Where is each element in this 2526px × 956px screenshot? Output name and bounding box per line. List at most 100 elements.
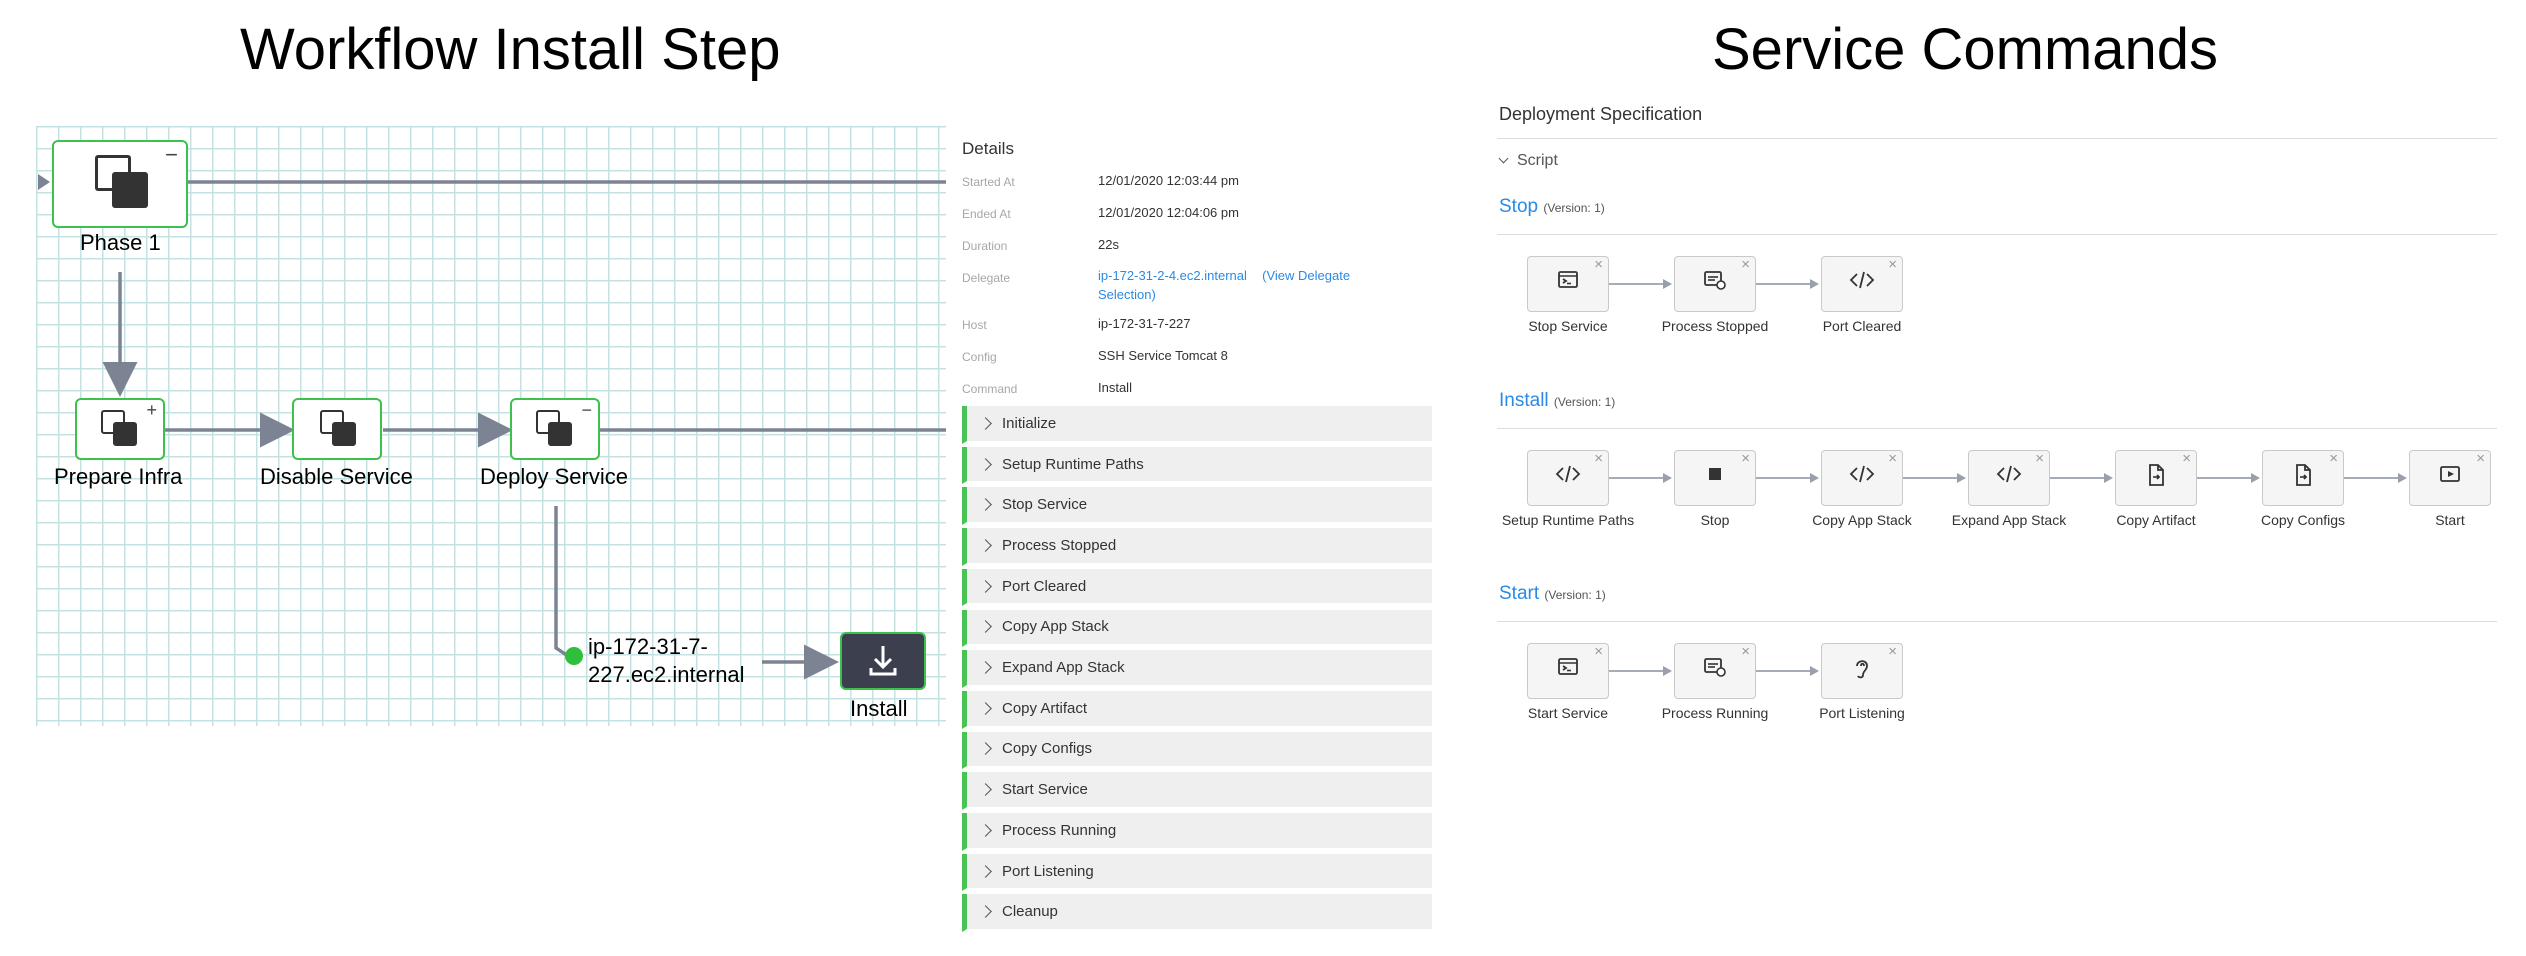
command-label: Expand App Stack bbox=[1951, 512, 2067, 528]
step-row[interactable]: Process Running bbox=[962, 813, 1432, 851]
chevron-right-icon bbox=[979, 579, 992, 593]
close-icon[interactable]: × bbox=[1888, 451, 1897, 466]
chevron-right-icon bbox=[979, 905, 992, 919]
section-title-stop[interactable]: Stop (Version: 1) bbox=[1499, 196, 1605, 218]
command-label: Stop bbox=[1700, 512, 1730, 528]
close-icon[interactable]: × bbox=[1741, 644, 1750, 659]
chevron-right-icon bbox=[979, 539, 992, 552]
step-row[interactable]: Port Cleared bbox=[962, 568, 1432, 607]
command-box[interactable]: × bbox=[2115, 450, 2197, 506]
command-box[interactable]: × bbox=[1821, 256, 1903, 312]
close-icon[interactable]: × bbox=[1888, 257, 1897, 272]
close-icon[interactable]: × bbox=[1741, 257, 1750, 272]
phase-1-label: Phase 1 bbox=[80, 230, 161, 255]
close-icon[interactable]: × bbox=[2329, 451, 2338, 466]
step-label: Port Cleared bbox=[1002, 577, 1087, 595]
step-row[interactable]: Setup Runtime Paths bbox=[962, 446, 1432, 485]
command-box[interactable]: × bbox=[1821, 450, 1903, 506]
command-label: Copy App Stack bbox=[1812, 512, 1912, 528]
deployment-specification-header: Deployment Specification bbox=[1499, 104, 1703, 124]
command-box[interactable]: × bbox=[1527, 643, 1609, 699]
connector-arrowhead bbox=[1810, 279, 1819, 289]
section-name: Start bbox=[1499, 583, 1540, 604]
step-row[interactable]: Copy App Stack bbox=[962, 609, 1432, 648]
command-box[interactable]: × bbox=[1674, 256, 1756, 312]
command-box[interactable]: × bbox=[1527, 256, 1609, 312]
step-row[interactable]: Process Stopped bbox=[962, 528, 1432, 566]
disable-service-node[interactable] bbox=[292, 398, 382, 460]
step-label: Stop Service bbox=[1002, 496, 1088, 514]
command-label: Copy Configs bbox=[2260, 512, 2346, 528]
view-delegate-selection-link-cont[interactable]: Selection) bbox=[1098, 287, 1156, 302]
chevron-right-icon bbox=[979, 742, 992, 756]
chevron-right-icon bbox=[979, 457, 992, 471]
started-at-label: Started At bbox=[962, 175, 1015, 189]
details-title: Details bbox=[962, 139, 1014, 158]
command-box[interactable]: × bbox=[1527, 450, 1609, 506]
section-title-install[interactable]: Install (Version: 1) bbox=[1499, 390, 1615, 412]
step-label: Expand App Stack bbox=[1002, 659, 1125, 677]
ended-at-value: 12/01/2020 12:04:06 pm bbox=[1098, 205, 1239, 220]
chevron-right-icon bbox=[979, 416, 992, 430]
phase-1-node[interactable]: − bbox=[52, 140, 188, 228]
connector-arrowhead bbox=[2251, 473, 2260, 483]
section-divider bbox=[1497, 428, 2497, 429]
deploy-service-node[interactable]: − bbox=[510, 398, 600, 460]
prepare-infra-node[interactable]: + bbox=[75, 398, 165, 460]
connector-arrowhead bbox=[1957, 473, 1966, 483]
install-node[interactable] bbox=[840, 632, 926, 690]
connector-arrowhead bbox=[1663, 279, 1672, 289]
host-status-dot bbox=[565, 647, 583, 665]
collapse-icon[interactable]: − bbox=[581, 401, 592, 419]
command-label: Port Cleared bbox=[1822, 318, 1902, 334]
expand-icon[interactable]: + bbox=[146, 401, 157, 419]
step-row[interactable]: Copy Artifact bbox=[962, 690, 1432, 729]
command-box[interactable]: × bbox=[2409, 450, 2491, 506]
section-title-start[interactable]: Start (Version: 1) bbox=[1499, 583, 1606, 605]
close-icon[interactable]: × bbox=[1888, 644, 1897, 659]
command-box[interactable]: × bbox=[1674, 643, 1756, 699]
command-label: Copy Artifact bbox=[2116, 512, 2196, 528]
script-label: Script bbox=[1517, 152, 1558, 169]
step-row[interactable]: Port Listening bbox=[962, 853, 1432, 892]
close-icon[interactable]: × bbox=[2182, 451, 2191, 466]
close-icon[interactable]: × bbox=[1741, 451, 1750, 466]
chevron-right-icon bbox=[979, 783, 992, 797]
connector-arrowhead bbox=[1810, 666, 1819, 676]
view-delegate-selection-link[interactable]: (View Delegate bbox=[1262, 268, 1350, 283]
close-icon[interactable]: × bbox=[2035, 451, 2044, 466]
command-box[interactable]: × bbox=[2262, 450, 2344, 506]
close-icon[interactable]: × bbox=[1594, 644, 1603, 659]
code-icon bbox=[1969, 463, 2049, 493]
script-toggle[interactable]: Script bbox=[1498, 152, 1558, 170]
code-icon bbox=[1822, 463, 1902, 493]
chevron-right-icon bbox=[979, 498, 992, 512]
command-label: Port Listening bbox=[1819, 705, 1905, 721]
step-row[interactable]: Expand App Stack bbox=[962, 650, 1432, 688]
duration-label: Duration bbox=[962, 239, 1008, 253]
edge-deploy-to-host bbox=[554, 506, 569, 658]
command-box[interactable]: × bbox=[1674, 450, 1756, 506]
step-row[interactable]: Copy Configs bbox=[962, 731, 1432, 770]
step-row[interactable]: Stop Service bbox=[962, 487, 1432, 526]
terminal-icon bbox=[1528, 656, 1608, 686]
close-icon[interactable]: × bbox=[2476, 451, 2485, 466]
delegate-host-link[interactable]: ip-172-31-2-4.ec2.internal bbox=[1098, 268, 1247, 283]
section-version: (Version: 1) bbox=[1544, 588, 1606, 602]
chevron-right-icon bbox=[979, 823, 992, 837]
step-row[interactable]: Cleanup bbox=[962, 894, 1432, 933]
stop-icon bbox=[1675, 463, 1755, 493]
terminal-icon bbox=[1528, 269, 1608, 299]
step-label: Copy App Stack bbox=[1002, 618, 1109, 636]
collapse-icon[interactable]: − bbox=[165, 144, 178, 166]
process-icon bbox=[1675, 269, 1755, 299]
close-icon[interactable]: × bbox=[1594, 451, 1603, 466]
command-box[interactable]: × bbox=[1968, 450, 2050, 506]
deploy-icon-front bbox=[548, 422, 572, 446]
section-divider bbox=[1497, 621, 2497, 622]
command-label: Command bbox=[962, 382, 1018, 396]
command-box[interactable]: × bbox=[1821, 643, 1903, 699]
step-row[interactable]: Initialize bbox=[962, 406, 1432, 444]
step-row[interactable]: Start Service bbox=[962, 772, 1432, 810]
close-icon[interactable]: × bbox=[1594, 257, 1603, 272]
